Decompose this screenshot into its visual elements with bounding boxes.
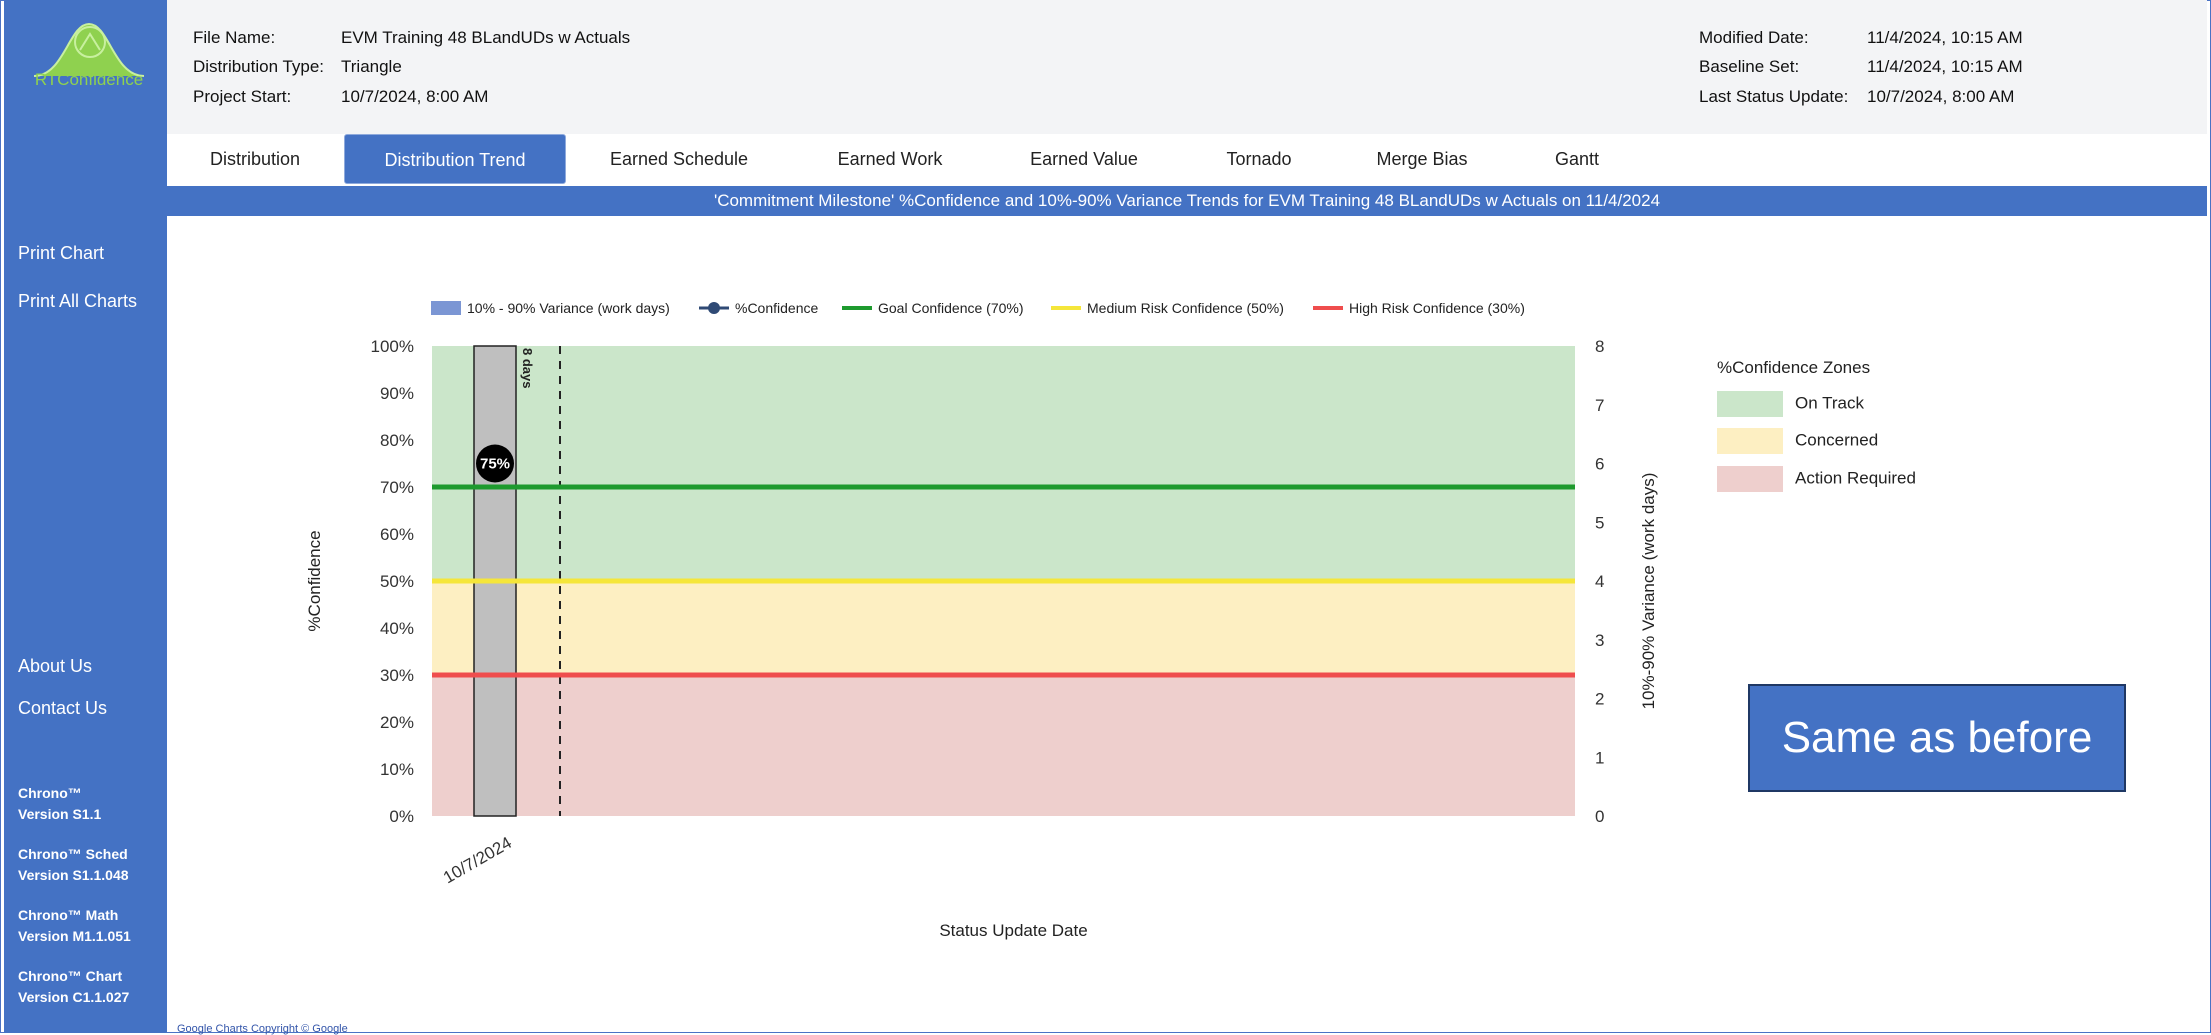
- left-axis-tick-label: 50%: [380, 572, 414, 591]
- tab-distribution-trend[interactable]: Distribution Trend: [344, 134, 566, 184]
- tab-earned-schedule[interactable]: Earned Schedule: [579, 134, 779, 182]
- distribution-type-value: Triangle: [341, 57, 402, 76]
- version-number: Version C1.1.027: [18, 989, 130, 1005]
- logo-text: RTConfidence: [34, 70, 144, 89]
- left-axis-tick-label: 0%: [389, 807, 414, 826]
- left-axis-tick-label: 60%: [380, 525, 414, 544]
- tab-distribution[interactable]: Distribution: [175, 134, 335, 182]
- baseline-set-label: Baseline Set:: [1699, 57, 1800, 76]
- print-all-charts-link[interactable]: Print All Charts: [18, 291, 137, 312]
- x-axis-title: Status Update Date: [939, 921, 1087, 940]
- version-number: Version S1.1.048: [18, 867, 129, 883]
- sidebar: RTConfidence Print Chart Print All Chart…: [4, 0, 167, 1033]
- left-axis-tick-label: 20%: [380, 713, 414, 732]
- tab-merge-bias[interactable]: Merge Bias: [1337, 134, 1507, 182]
- tab-gantt[interactable]: Gantt: [1507, 134, 1647, 182]
- right-axis-tick-label: 2: [1595, 690, 1604, 709]
- chart-tabs: Distribution Distribution Trend Earned S…: [167, 134, 2207, 184]
- left-axis-tick-label: 40%: [380, 619, 414, 638]
- right-axis-tick-label: 6: [1595, 455, 1604, 474]
- version-chrono: Chrono™ Version S1.1: [18, 783, 101, 825]
- version-chrono-math: Chrono™ Math Version M1.1.051: [18, 905, 131, 947]
- right-axis-tick-label: 8: [1595, 337, 1604, 356]
- last-status-update-value: 10/7/2024, 8:00 AM: [1867, 87, 2015, 106]
- right-axis-tick-label: 1: [1595, 748, 1604, 767]
- version-name: Chrono™ Sched: [18, 846, 128, 862]
- google-charts-copyright[interactable]: Google Charts Copyright © Google: [177, 1023, 348, 1035]
- version-number: Version S1.1: [18, 806, 102, 822]
- left-axis-tick-label: 80%: [380, 431, 414, 450]
- left-axis-tick-label: 10%: [380, 760, 414, 779]
- modified-date-value: 11/4/2024, 10:15 AM: [1867, 28, 2023, 47]
- version-chrono-chart: Chrono™ Chart Version C1.1.027: [18, 966, 129, 1008]
- version-number: Version M1.1.051: [18, 928, 131, 944]
- zone-on-track: On Track: [1717, 391, 1864, 417]
- file-name-label: File Name:: [193, 28, 276, 47]
- zone-concerned-label: Concerned: [1795, 430, 1879, 450]
- variance-bar-label: 8 days: [520, 348, 535, 388]
- left-axis-tick-label: 100%: [371, 337, 414, 356]
- right-axis-tick-label: 5: [1595, 513, 1604, 532]
- modified-date-label: Modified Date:: [1699, 28, 1809, 47]
- zone-concerned: Concerned: [1717, 428, 1878, 454]
- zone-action-required-label: Action Required: [1795, 468, 1916, 488]
- left-axis-tick-label: 90%: [380, 384, 414, 403]
- right-axis-tick-label: 7: [1595, 396, 1604, 415]
- zone-action-required-swatch: [1717, 466, 1783, 492]
- left-axis-tick-label: 70%: [380, 478, 414, 497]
- chart-area: 10% - 90% Variance (work days) %Confiden…: [167, 216, 2207, 1033]
- zone-on-track-label: On Track: [1795, 393, 1864, 413]
- right-axis-tick-label: 4: [1595, 572, 1604, 591]
- version-name: Chrono™ Chart: [18, 968, 123, 984]
- zone-action-required: Action Required: [1717, 466, 1916, 492]
- zones-legend-title: %Confidence Zones: [1717, 358, 1871, 377]
- right-axis-tick-label: 0: [1595, 807, 1604, 826]
- left-axis-tick-label: 30%: [380, 666, 414, 685]
- version-chrono-sched: Chrono™ Sched Version S1.1.048: [18, 844, 129, 886]
- about-us-link[interactable]: About Us: [18, 656, 92, 677]
- same-as-before-callout: Same as before: [1748, 684, 2126, 792]
- zone-on-track-swatch: [1717, 391, 1783, 417]
- contact-us-link[interactable]: Contact Us: [18, 698, 107, 719]
- zone-concerned-swatch: [1717, 428, 1783, 454]
- zone-action-required-band: [432, 675, 1575, 816]
- file-info-header: File Name: EVM Training 48 BLandUDs w Ac…: [167, 0, 2207, 134]
- version-name: Chrono™: [18, 785, 82, 801]
- project-start-value: 10/7/2024, 8:00 AM: [341, 87, 489, 106]
- right-axis-title: 10%-90% Variance (work days): [1639, 473, 1658, 710]
- chart-title-banner: 'Commitment Milestone' %Confidence and 1…: [167, 186, 2207, 216]
- tab-earned-value[interactable]: Earned Value: [989, 134, 1179, 182]
- zone-on-track-band: [432, 346, 1575, 581]
- confidence-point-label: 75%: [480, 456, 510, 473]
- x-axis-tick-label: 10/7/2024: [440, 833, 515, 887]
- tab-earned-work[interactable]: Earned Work: [795, 134, 985, 182]
- zone-concerned-band: [432, 581, 1575, 675]
- app-logo: RTConfidence: [24, 14, 154, 94]
- left-axis-title: %Confidence: [305, 530, 324, 631]
- last-status-update-label: Last Status Update:: [1699, 87, 1849, 106]
- print-chart-link[interactable]: Print Chart: [18, 243, 104, 264]
- project-start-label: Project Start:: [193, 87, 292, 106]
- distribution-trend-chart: 0% 10% 20% 30% 40% 50% 60% 70% 80% 90% 100% 0 1 2 3 4 5 6…: [305, 337, 1658, 940]
- version-name: Chrono™ Math: [18, 907, 119, 923]
- baseline-set-value: 11/4/2024, 10:15 AM: [1867, 57, 2023, 76]
- tab-tornado[interactable]: Tornado: [1179, 134, 1339, 182]
- distribution-type-label: Distribution Type:: [193, 57, 325, 76]
- file-name-value: EVM Training 48 BLandUDs w Actuals: [341, 28, 631, 47]
- right-axis-tick-label: 3: [1595, 631, 1604, 650]
